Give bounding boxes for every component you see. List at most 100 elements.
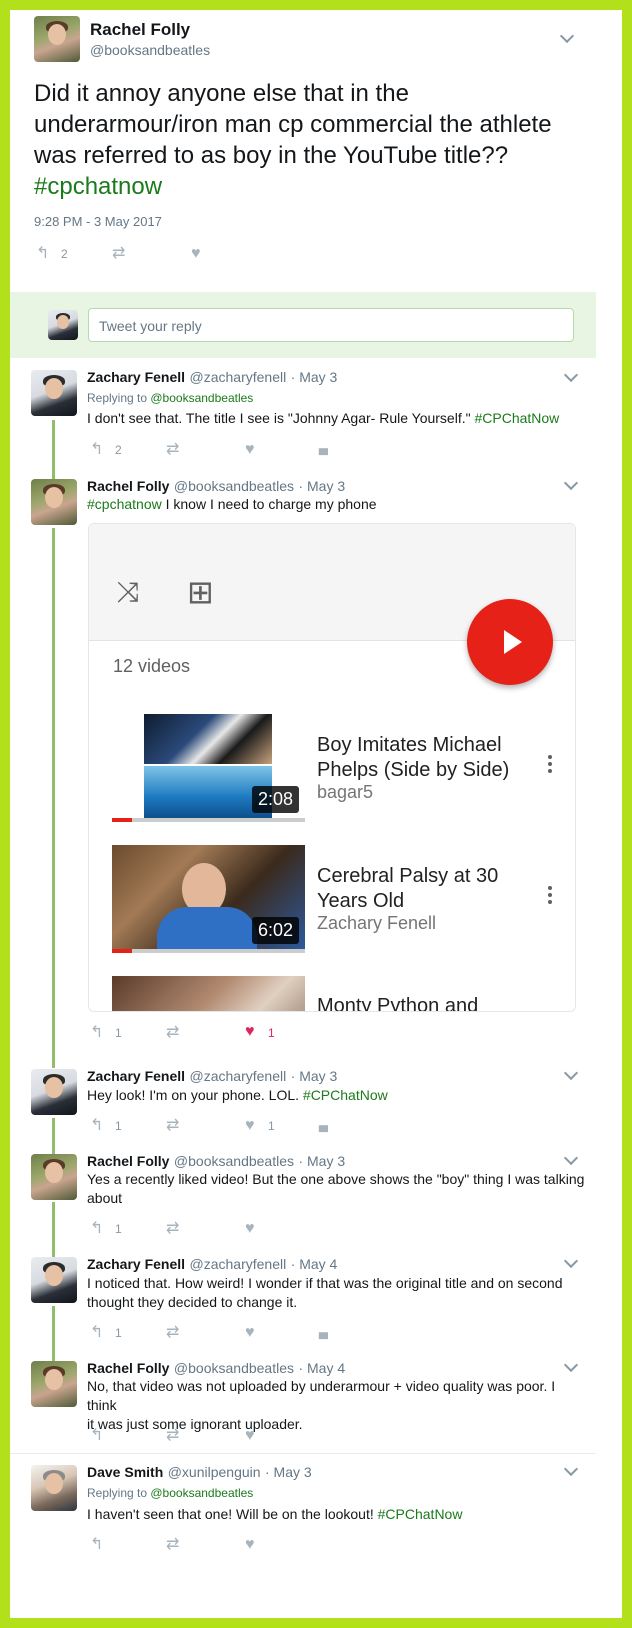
- like-icon[interactable]: ♥: [245, 442, 255, 458]
- divider: [10, 1453, 596, 1454]
- retweet-icon[interactable]: ⇄: [166, 1221, 179, 1237]
- replying-to: Replying to @booksandbeatles: [87, 391, 254, 405]
- like-icon[interactable]: ♥: [245, 1118, 255, 1134]
- like-icon[interactable]: ♥: [245, 1325, 255, 1341]
- reply-icon[interactable]: ↰: [90, 1118, 103, 1134]
- avatar[interactable]: [34, 16, 80, 62]
- like-icon[interactable]: ♥: [245, 1428, 255, 1444]
- author-handle[interactable]: @zacharyfenell: [190, 369, 287, 385]
- reply-count: 1: [115, 1326, 122, 1340]
- tweet-date[interactable]: · May 4: [298, 1360, 345, 1376]
- retweet-icon[interactable]: ⇄: [166, 1325, 179, 1341]
- main-author-name[interactable]: Rachel Folly: [90, 20, 190, 40]
- author-name[interactable]: Dave Smith: [87, 1464, 163, 1480]
- analytics-icon[interactable]: ▮▮▮: [318, 1120, 329, 1136]
- avatar[interactable]: [31, 1257, 77, 1303]
- reply-icon[interactable]: ↰: [90, 1537, 103, 1553]
- like-icon[interactable]: ♥: [191, 246, 201, 262]
- avatar: [48, 310, 78, 340]
- tweet-date[interactable]: · May 3: [265, 1464, 312, 1480]
- video-duration: 2:08: [251, 786, 299, 813]
- reply-icon[interactable]: ↰: [90, 1221, 103, 1237]
- like-icon[interactable]: ♥: [245, 1024, 255, 1040]
- reply-icon[interactable]: ↰: [90, 1325, 103, 1341]
- tweet-date[interactable]: · May 3: [298, 1153, 345, 1169]
- tweet-date[interactable]: · May 4: [291, 1256, 338, 1272]
- replying-to-link[interactable]: @booksandbeatles: [150, 1486, 253, 1500]
- reply-icon[interactable]: ↰: [90, 1025, 103, 1041]
- main-tweet-hashtag[interactable]: #cpchatnow: [34, 173, 162, 200]
- reply-header: Zachary Fenell @zacharyfenell · May 4: [87, 1256, 337, 1274]
- reply-header: Rachel Folly @booksandbeatles · May 3: [87, 1153, 345, 1171]
- author-handle[interactable]: @booksandbeatles: [174, 478, 294, 494]
- add-to-playlist-icon[interactable]: ⊞: [187, 576, 214, 608]
- avatar[interactable]: [31, 1069, 77, 1115]
- hashtag-link[interactable]: #cpchatnow: [87, 496, 162, 512]
- reply-text: I don't see that. The title I see is "Jo…: [87, 410, 560, 426]
- retweet-icon[interactable]: ⇄: [166, 1118, 179, 1134]
- like-icon[interactable]: ♥: [245, 1221, 255, 1237]
- avatar[interactable]: [31, 479, 77, 525]
- youtube-playlist-card[interactable]: ⤨ ⊞ 12 videos 2:08 Boy Imitates Michael …: [88, 523, 576, 1012]
- thread-line: [52, 1118, 55, 1156]
- reply-icon[interactable]: ↰: [90, 442, 103, 458]
- analytics-icon[interactable]: ▮▮▮: [318, 1327, 329, 1343]
- replying-to: Replying to @booksandbeatles: [87, 1486, 254, 1500]
- author-name[interactable]: Rachel Folly: [87, 478, 169, 494]
- author-handle[interactable]: @zacharyfenell: [190, 1068, 287, 1084]
- reply-icon[interactable]: ↰: [90, 1428, 103, 1444]
- like-icon[interactable]: ♥: [245, 1537, 255, 1553]
- main-author-handle[interactable]: @booksandbeatles: [90, 42, 210, 58]
- avatar[interactable]: [31, 370, 77, 416]
- reply-text: Hey look! I'm on your phone. LOL. #CPCha…: [87, 1087, 388, 1103]
- retweet-icon[interactable]: ⇄: [166, 1537, 179, 1553]
- reply-header: Zachary Fenell @zacharyfenell · May 3: [87, 1068, 337, 1086]
- author-name[interactable]: Zachary Fenell: [87, 369, 185, 385]
- avatar[interactable]: [31, 1154, 77, 1200]
- author-name[interactable]: Zachary Fenell: [87, 1256, 185, 1272]
- main-tweet-timestamp[interactable]: 9:28 PM - 3 May 2017: [34, 214, 162, 229]
- video-thumbnail[interactable]: 2:08: [112, 714, 305, 822]
- video-title[interactable]: Cerebral Palsy at 30 Years Old: [317, 864, 498, 914]
- reply-count: 2: [61, 247, 68, 261]
- author-name[interactable]: Zachary Fenell: [87, 1068, 185, 1084]
- hashtag-link[interactable]: #CPChatNow: [474, 410, 559, 426]
- retweet-icon[interactable]: ⇄: [166, 442, 179, 458]
- video-thumbnail[interactable]: [112, 976, 305, 1011]
- author-handle[interactable]: @booksandbeatles: [174, 1153, 294, 1169]
- shuffle-icon[interactable]: ⤨: [117, 578, 139, 606]
- tweet-date[interactable]: · May 3: [291, 369, 338, 385]
- hashtag-link[interactable]: #CPChatNow: [303, 1087, 388, 1103]
- tweet-date[interactable]: · May 3: [298, 478, 345, 494]
- reply-icon[interactable]: ↰: [36, 246, 49, 262]
- reply-header: Zachary Fenell @zacharyfenell · May 3: [87, 369, 337, 387]
- video-title[interactable]: Boy Imitates Michael Phelps (Side by Sid…: [317, 733, 509, 783]
- video-title[interactable]: Monty Python and: [317, 994, 478, 1011]
- thread-line: [52, 420, 55, 480]
- author-name[interactable]: Rachel Folly: [87, 1153, 169, 1169]
- hashtag-link[interactable]: #CPChatNow: [378, 1506, 463, 1522]
- retweet-icon[interactable]: ⇄: [112, 246, 125, 262]
- retweet-icon[interactable]: ⇄: [166, 1428, 179, 1444]
- author-handle[interactable]: @xunilpenguin: [168, 1464, 261, 1480]
- play-button[interactable]: [467, 599, 553, 685]
- replying-to-link[interactable]: @booksandbeatles: [150, 391, 253, 405]
- author-handle[interactable]: @booksandbeatles: [174, 1360, 294, 1376]
- avatar[interactable]: [31, 1361, 77, 1407]
- reply-text: I noticed that. How weird! I wonder if t…: [87, 1275, 563, 1310]
- tweet-date[interactable]: · May 3: [291, 1068, 338, 1084]
- video-thumbnail[interactable]: 6:02: [112, 845, 305, 953]
- video-author[interactable]: bagar5: [317, 782, 373, 803]
- analytics-icon[interactable]: ▮▮▮: [318, 443, 329, 459]
- author-handle[interactable]: @zacharyfenell: [190, 1256, 287, 1272]
- more-options-icon[interactable]: [548, 755, 552, 776]
- author-name[interactable]: Rachel Folly: [87, 1360, 169, 1376]
- main-tweet-body: Did it annoy anyone else that in the und…: [34, 80, 552, 169]
- avatar[interactable]: [31, 1465, 77, 1511]
- thread-line: [52, 528, 55, 1068]
- reply-input[interactable]: Tweet your reply: [88, 308, 574, 342]
- thread-line: [52, 1306, 55, 1362]
- video-author[interactable]: Zachary Fenell: [317, 913, 436, 934]
- more-options-icon[interactable]: [548, 886, 552, 907]
- retweet-icon[interactable]: ⇄: [166, 1025, 179, 1041]
